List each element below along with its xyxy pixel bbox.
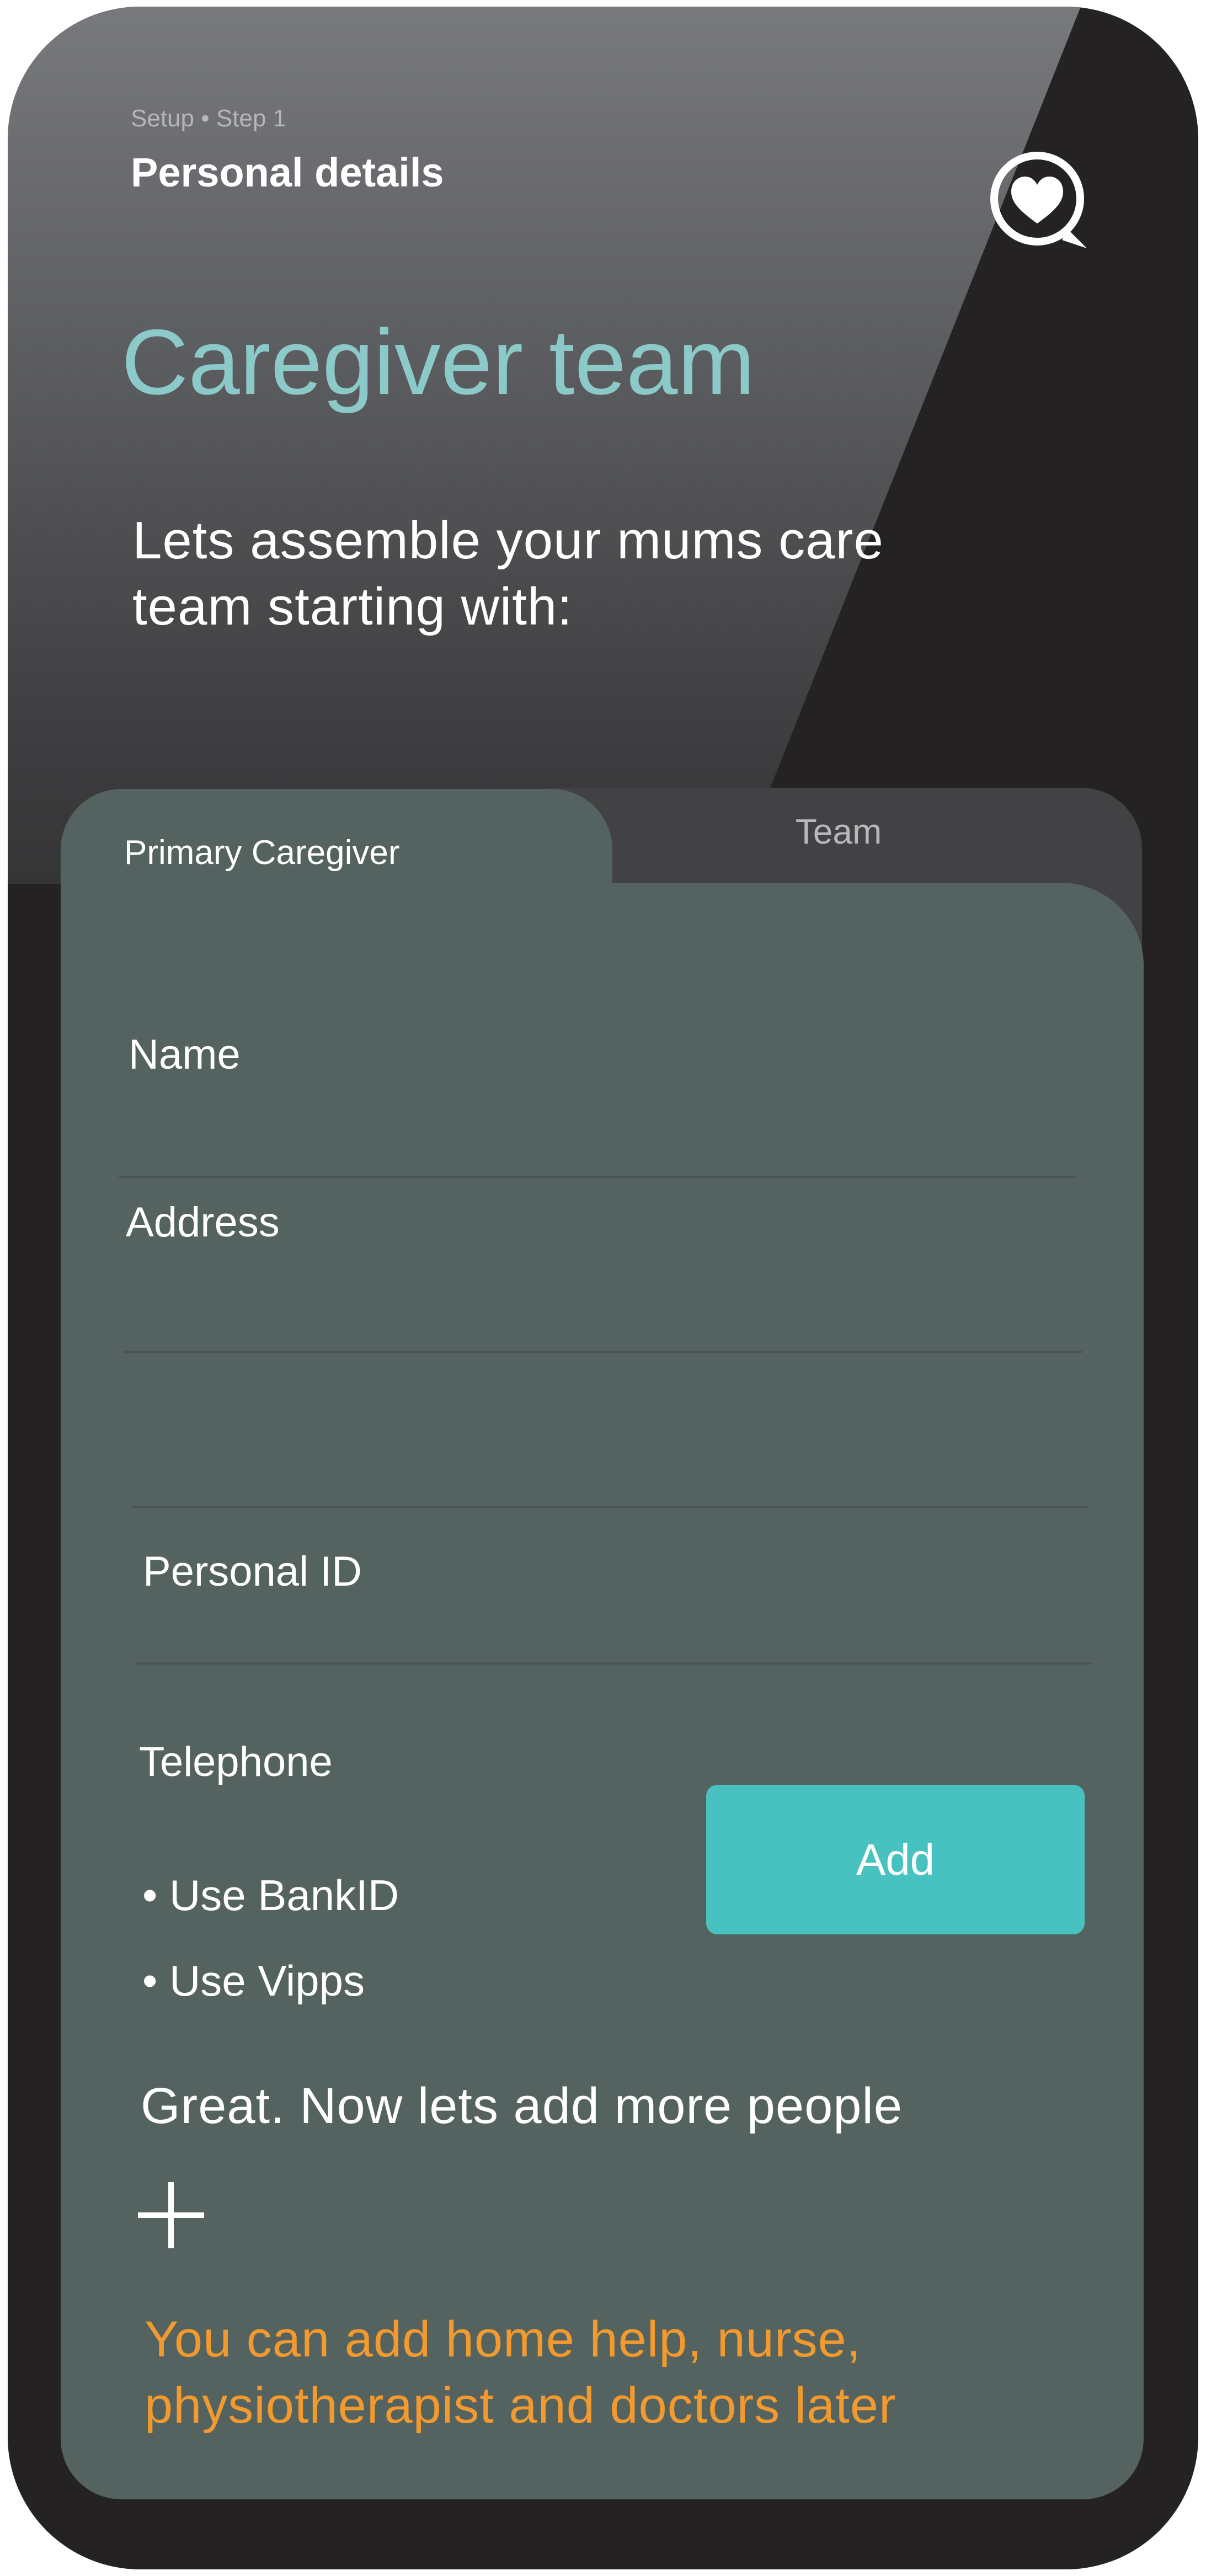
name-field[interactable]: Name xyxy=(129,1031,241,1079)
intro-text: Lets assemble your mums care team starti… xyxy=(132,511,884,636)
bankid-option[interactable]: • Use BankID xyxy=(142,1870,399,1921)
page-title: Caregiver team xyxy=(121,310,755,414)
tab-primary-caregiver-label[interactable]: Primary Caregiver xyxy=(124,833,400,872)
form-card xyxy=(61,883,1144,2499)
address-underline xyxy=(124,1351,1082,1353)
telephone-field[interactable]: Telephone xyxy=(139,1738,333,1786)
heart-chat-icon[interactable] xyxy=(985,146,1095,257)
hint-text: You can add home help, nurse, physiother… xyxy=(145,2311,897,2434)
step-title: Personal details xyxy=(131,150,444,195)
add-button[interactable]: Add xyxy=(706,1785,1085,1934)
tab-team-label[interactable]: Team xyxy=(745,811,932,852)
name-underline xyxy=(119,1176,1076,1178)
personal-id-field[interactable]: Personal ID xyxy=(143,1548,362,1596)
step-label: Setup • Step 1 xyxy=(131,105,287,132)
address-line2-underline[interactable] xyxy=(132,1506,1088,1508)
personal-id-underline xyxy=(135,1662,1092,1665)
address-field[interactable]: Address xyxy=(126,1198,280,1246)
vipps-option[interactable]: • Use Vipps xyxy=(142,1956,365,2006)
plus-icon[interactable] xyxy=(138,2182,204,2248)
add-more-people-text: Great. Now lets add more people xyxy=(141,2078,903,2134)
